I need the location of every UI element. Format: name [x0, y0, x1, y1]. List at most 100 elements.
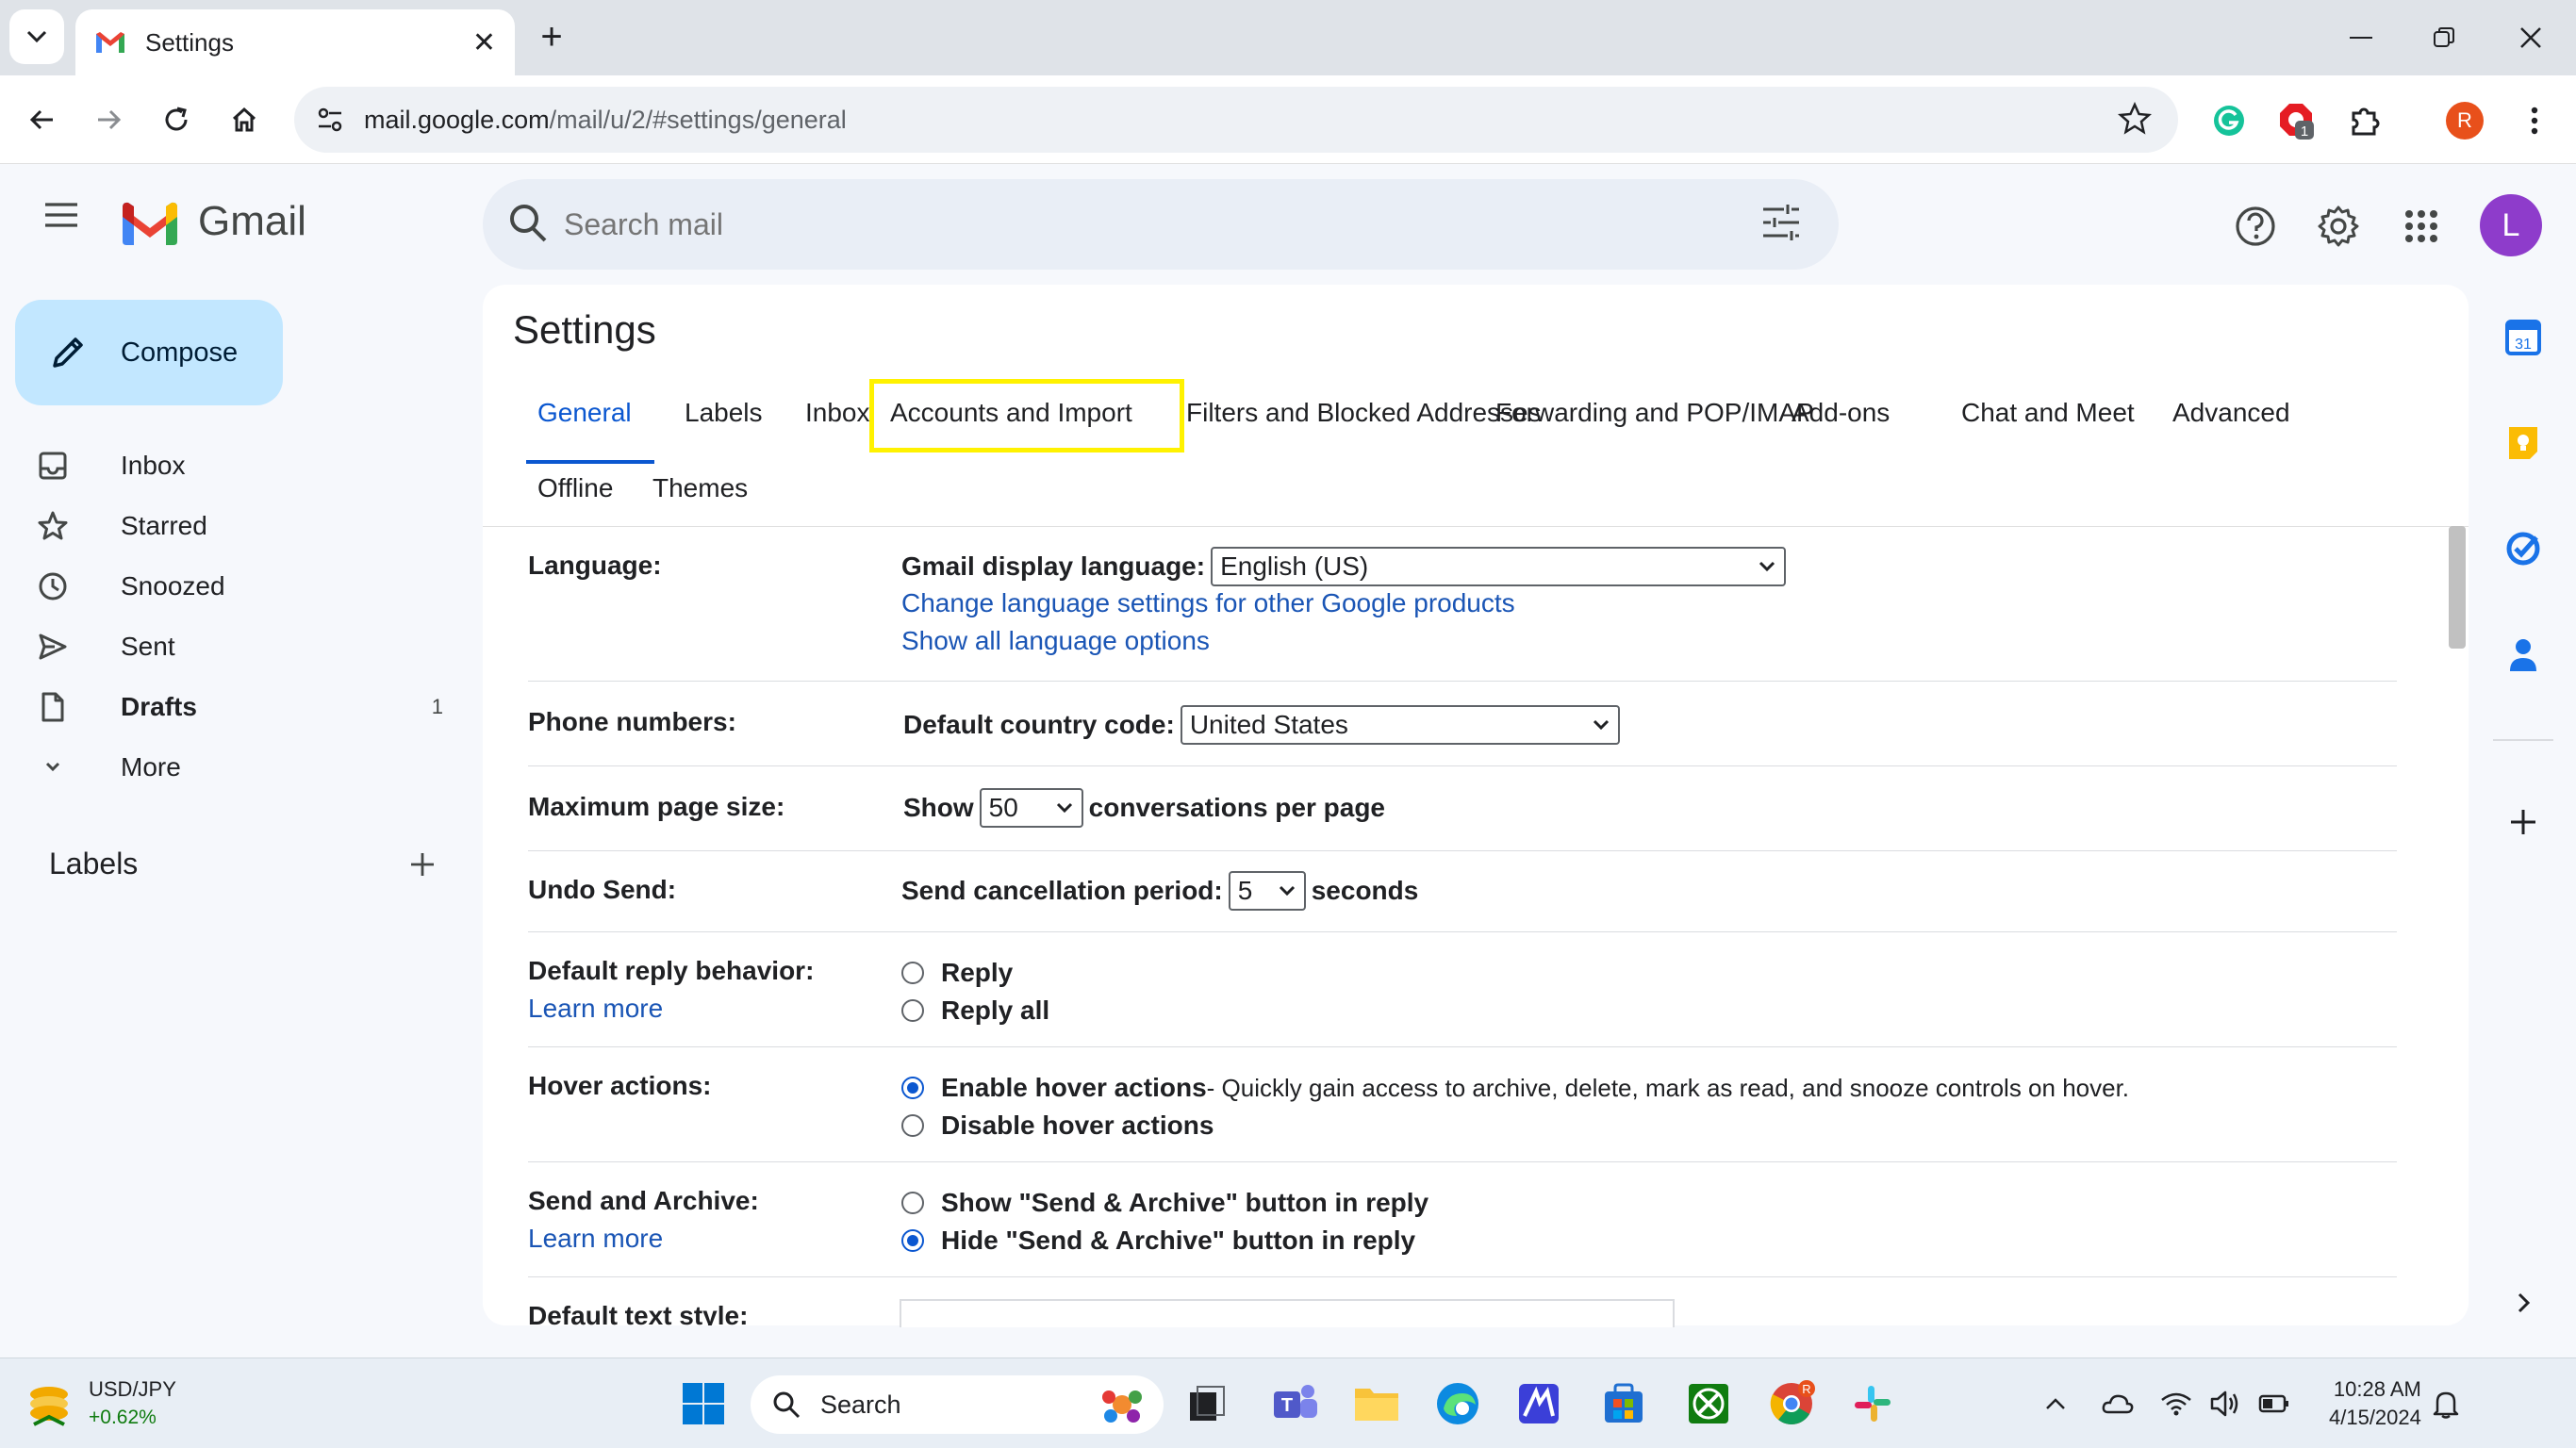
forward-button[interactable]: [83, 94, 134, 145]
contacts-icon: [2510, 639, 2536, 671]
keep-app-button[interactable]: [2501, 420, 2546, 466]
chrome-app[interactable]: R: [1765, 1377, 1818, 1430]
plus-icon[interactable]: [409, 851, 436, 878]
adblock-extension[interactable]: 1: [2274, 98, 2320, 143]
settings-button[interactable]: [2310, 198, 2367, 255]
show-send-archive-option[interactable]: Show "Send & Archive" button in reply: [901, 1188, 1428, 1218]
main-menu-button[interactable]: [43, 202, 79, 233]
tab-inbox[interactable]: Inbox: [805, 398, 870, 428]
nav-item-inbox[interactable]: Inbox: [38, 439, 453, 492]
nav-item-snoozed[interactable]: Snoozed: [38, 560, 453, 613]
battery-tray[interactable]: [2255, 1385, 2293, 1423]
tab-search-button[interactable]: [9, 9, 64, 64]
site-info-icon[interactable]: [315, 105, 345, 135]
tray-overflow-button[interactable]: [2037, 1385, 2074, 1423]
enable-hover-option[interactable]: Enable hover actions - Quickly gain acce…: [901, 1073, 2129, 1103]
slack-app[interactable]: [1846, 1377, 1899, 1430]
volume-tray[interactable]: [2206, 1385, 2244, 1423]
productivity-app[interactable]: [1512, 1377, 1565, 1430]
show-send-archive-radio[interactable]: [901, 1192, 924, 1214]
grammarly-extension[interactable]: [2206, 98, 2252, 143]
file-explorer-app[interactable]: [1350, 1377, 1403, 1430]
start-button[interactable]: [677, 1377, 730, 1430]
change-language-link[interactable]: Change language settings for other Googl…: [901, 588, 1515, 618]
restore-button[interactable]: [2406, 9, 2482, 66]
tasks-app-button[interactable]: [2501, 526, 2546, 571]
reply-all-radio[interactable]: [901, 999, 924, 1022]
compose-button[interactable]: Compose: [15, 300, 283, 405]
send-archive-learn-more-link[interactable]: Learn more: [528, 1224, 663, 1254]
disable-hover-option[interactable]: Disable hover actions: [901, 1111, 1214, 1141]
hide-send-archive-radio[interactable]: [901, 1229, 924, 1252]
extensions-button[interactable]: [2342, 98, 2387, 143]
taskbar-search[interactable]: Search: [751, 1375, 1164, 1434]
labels-header: Labels: [49, 847, 436, 881]
nav-item-starred[interactable]: Starred: [38, 500, 453, 552]
text-style-editor[interactable]: [900, 1299, 1675, 1327]
country-code-select[interactable]: United States: [1180, 705, 1620, 745]
notifications-tray[interactable]: [2427, 1385, 2465, 1423]
onedrive-tray[interactable]: [2099, 1385, 2137, 1423]
reply-option[interactable]: Reply: [901, 958, 1013, 988]
hide-send-archive-option[interactable]: Hide "Send & Archive" button in reply: [901, 1226, 1415, 1256]
settings-scrollbar[interactable]: [2449, 526, 2466, 649]
display-language-select[interactable]: English (US): [1211, 547, 1787, 586]
browser-tab-settings[interactable]: Settings ✕: [75, 9, 515, 75]
reload-button[interactable]: [151, 94, 202, 145]
close-window-button[interactable]: [2493, 9, 2568, 66]
disable-hover-label: Disable hover actions: [941, 1111, 1214, 1140]
task-view-button[interactable]: [1181, 1377, 1233, 1430]
teams-icon: T: [1274, 1385, 1317, 1418]
search-input[interactable]: [564, 198, 1648, 251]
reply-radio[interactable]: [901, 962, 924, 984]
tab-filters[interactable]: Filters and Blocked Addresses: [1186, 398, 1542, 428]
hide-side-panel-button[interactable]: [2501, 1280, 2546, 1325]
nav-item-sent[interactable]: Sent: [38, 620, 453, 673]
store-app[interactable]: [1597, 1377, 1650, 1430]
minimize-button[interactable]: [2323, 9, 2399, 66]
close-tab-icon[interactable]: ✕: [472, 26, 496, 59]
contacts-app-button[interactable]: [2501, 632, 2546, 677]
account-avatar[interactable]: L: [2480, 194, 2542, 256]
gmail-logo[interactable]: [119, 200, 181, 252]
bookmark-star-icon[interactable]: [2118, 102, 2152, 136]
search-icon[interactable]: [507, 200, 549, 247]
reply-learn-more-link[interactable]: Learn more: [528, 994, 663, 1024]
nav-item-drafts[interactable]: Drafts 1: [38, 681, 453, 733]
search-options-icon[interactable]: [1761, 204, 1801, 241]
search-bar[interactable]: [483, 179, 1839, 270]
back-button[interactable]: [17, 94, 68, 145]
address-bar[interactable]: mail.google.com/mail/u/2/#settings/gener…: [294, 87, 2178, 153]
edge-app[interactable]: [1431, 1377, 1484, 1430]
profile-button[interactable]: R: [2442, 98, 2487, 143]
reply-all-option[interactable]: Reply all: [901, 996, 1049, 1026]
nav-item-more[interactable]: More: [38, 741, 453, 794]
disable-hover-radio[interactable]: [901, 1114, 924, 1137]
page-size-select[interactable]: 50: [979, 788, 1083, 828]
browser-menu-button[interactable]: [2512, 98, 2557, 143]
tab-chat-and-meet[interactable]: Chat and Meet: [1961, 398, 2135, 428]
tab-labels[interactable]: Labels: [685, 398, 763, 428]
tab-forwarding[interactable]: Forwarding and POP/IMAP: [1495, 398, 1814, 428]
tab-offline[interactable]: Offline: [537, 473, 613, 503]
enable-hover-radio[interactable]: [901, 1077, 924, 1099]
home-button[interactable]: [219, 94, 270, 145]
teams-app[interactable]: T: [1269, 1377, 1322, 1430]
tab-general[interactable]: General: [526, 398, 654, 464]
tab-accounts-and-import[interactable]: Accounts and Import: [890, 398, 1132, 428]
calendar-app-button[interactable]: 31: [2501, 315, 2546, 360]
get-addons-button[interactable]: [2501, 799, 2546, 845]
show-all-languages-link[interactable]: Show all language options: [901, 626, 1210, 656]
wifi-tray[interactable]: [2157, 1385, 2195, 1423]
tab-addons[interactable]: Add-ons: [1792, 398, 1890, 428]
tab-themes[interactable]: Themes: [652, 473, 748, 503]
app-tile-icon: [1519, 1384, 1559, 1423]
support-button[interactable]: [2227, 198, 2284, 255]
xbox-app[interactable]: [1682, 1377, 1735, 1430]
tab-advanced[interactable]: Advanced: [2172, 398, 2290, 428]
undo-send-select[interactable]: 5: [1228, 871, 1306, 911]
new-tab-button[interactable]: +: [528, 13, 575, 60]
google-apps-button[interactable]: [2393, 198, 2450, 255]
stock-widget[interactable]: USD/JPY +0.62%: [26, 1375, 176, 1432]
taskbar-clock[interactable]: 10:28 AM 4/15/2024: [2329, 1375, 2421, 1432]
